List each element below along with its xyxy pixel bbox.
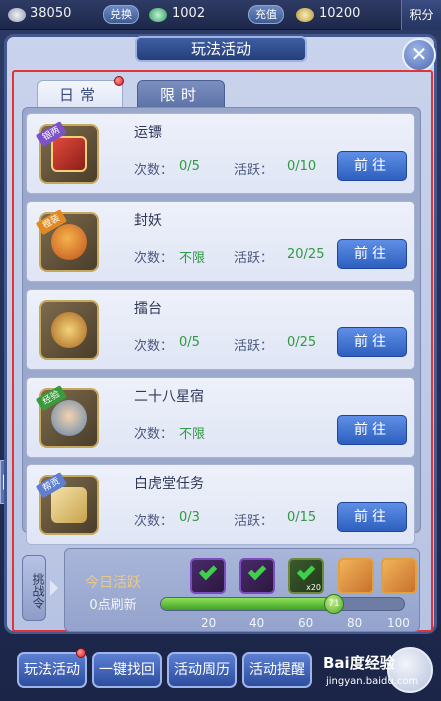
refresh-time-label: 0点刷新 [89, 598, 137, 613]
active-label: 活跃： [234, 514, 274, 529]
check-icon [247, 561, 267, 581]
panel-title: 玩法活动 [135, 36, 307, 62]
nav-one-click-recover[interactable]: 一键找回 [92, 652, 162, 688]
count-value: 不限 [179, 251, 206, 266]
demon-icon: 橙装 [35, 209, 99, 272]
scroll-icon: 帮贡 [35, 472, 99, 535]
activity-progress-fill [161, 598, 334, 610]
count-label: 次数： [134, 163, 174, 178]
count-label: 次数： [134, 514, 174, 529]
active-value: 0/10 [287, 159, 317, 174]
activity-name: 二十八星宿 [134, 389, 204, 405]
activity-name: 白虎堂任务 [134, 476, 204, 492]
tab-daily[interactable]: 日常 [37, 80, 123, 108]
count-label: 次数： [134, 427, 174, 442]
notification-dot [114, 76, 124, 86]
gold-amount: 10200 [319, 6, 361, 21]
list-item: 擂台 次数： 0/5 活跃： 0/25 前往 [26, 289, 415, 370]
go-button[interactable]: 前往 [337, 151, 407, 181]
go-button[interactable]: 前往 [337, 327, 407, 357]
active-value: 0/15 [287, 510, 317, 525]
activity-progress-knob: 71 [324, 594, 344, 614]
count-value: 0/3 [179, 510, 200, 525]
gold-icon [296, 8, 314, 22]
list-item: 帮贡 白虎堂任务 次数： 0/3 活跃： 0/15 前往 [26, 464, 415, 545]
list-item: 经验 二十八星宿 次数： 不限 前往 [26, 377, 415, 458]
nav-play-activities[interactable]: 玩法活动 [17, 652, 87, 688]
jade-amount: 1002 [172, 6, 206, 21]
exchange-button[interactable]: 兑换 [103, 5, 139, 24]
chevron-right-icon [50, 580, 58, 596]
activity-name: 擂台 [134, 301, 162, 317]
score-tab[interactable]: 积分 [401, 0, 441, 30]
silver-amount: 38050 [30, 6, 72, 21]
active-label: 活跃： [234, 163, 274, 178]
go-button[interactable]: 前往 [337, 239, 407, 269]
reward-chest-60[interactable]: x20 [288, 558, 324, 594]
list-item: 银两 运镖 次数： 0/5 活跃： 0/10 前往 [26, 113, 415, 194]
reward-chest-40[interactable] [239, 558, 275, 594]
check-icon [296, 561, 316, 581]
active-label: 活跃： [234, 251, 274, 266]
reward-chest-20[interactable] [190, 558, 226, 594]
watermark-url: jingyan.baidu.com [326, 676, 419, 687]
activity-name: 运镖 [134, 125, 162, 141]
tick-label: 100 [387, 616, 410, 630]
tab-limited[interactable]: 限时 [137, 80, 225, 108]
count-label: 次数： [134, 251, 174, 266]
count-value: 0/5 [179, 335, 200, 350]
tick-label: 40 [249, 616, 265, 630]
active-value: 20/25 [287, 247, 325, 262]
nav-activity-calendar[interactable]: 活动周历 [167, 652, 237, 688]
active-value: 0/25 [287, 335, 317, 350]
today-activity-label: 今日活跃 [85, 575, 141, 591]
chest-count: x20 [306, 583, 321, 592]
silver-icon [8, 8, 26, 22]
warrior-icon: 经验 [35, 385, 99, 448]
nav-activity-reminder[interactable]: 活动提醒 [242, 652, 312, 688]
reward-chest-100[interactable] [381, 558, 417, 594]
jade-icon [149, 8, 167, 22]
escort-icon: 银两 [35, 121, 99, 184]
count-label: 次数： [134, 339, 174, 354]
arena-icon [39, 300, 99, 360]
challenge-button[interactable]: 挑战令 [22, 555, 46, 621]
check-icon [198, 561, 218, 581]
tick-label: 20 [201, 616, 217, 630]
watermark-brand: Bai度经验 [323, 654, 395, 672]
recharge-button[interactable]: 充值 [248, 5, 284, 24]
active-label: 活跃： [234, 339, 274, 354]
tick-label: 80 [347, 616, 363, 630]
list-item: 橙装 封妖 次数： 不限 活跃： 20/25 前往 [26, 201, 415, 282]
tick-label: 60 [298, 616, 314, 630]
go-button[interactable]: 前往 [337, 415, 407, 445]
count-value: 不限 [179, 427, 206, 442]
currency-bar: 38050 兑换 1002 充值 10200 积分 [0, 0, 441, 30]
go-button[interactable]: 前往 [337, 502, 407, 532]
reward-chest-80[interactable] [338, 558, 374, 594]
notification-dot [76, 648, 86, 658]
count-value: 0/5 [179, 159, 200, 174]
close-button[interactable]: ✕ [402, 38, 436, 72]
activity-name: 封妖 [134, 213, 162, 229]
